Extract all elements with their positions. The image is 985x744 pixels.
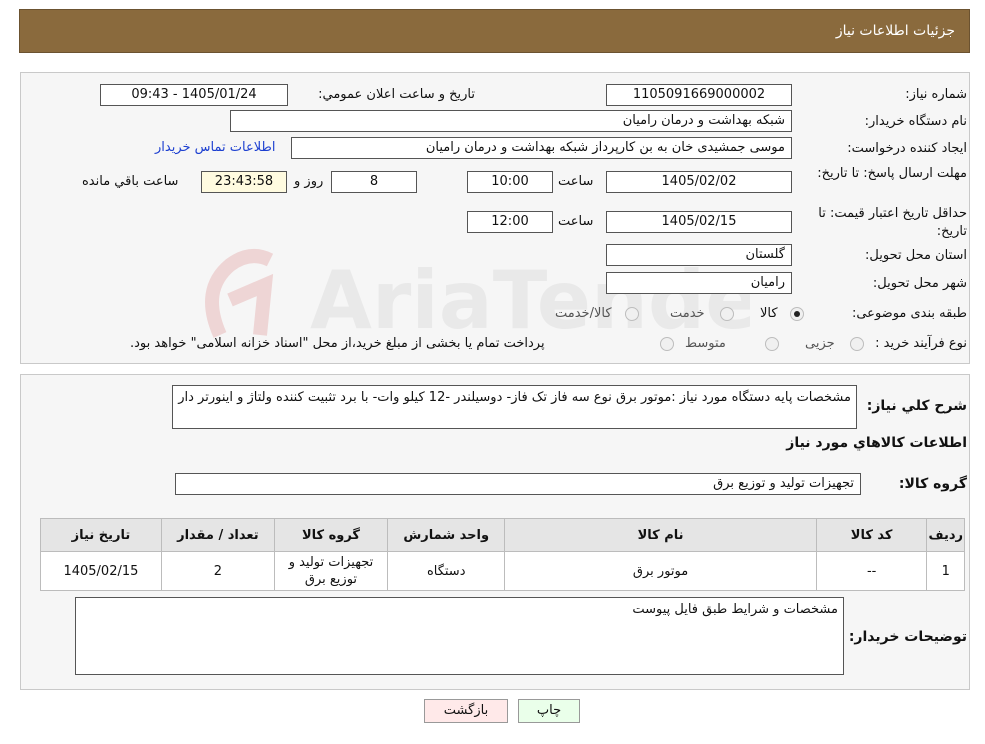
process-radio-medium[interactable] (765, 337, 779, 351)
col-qty: تعداد / مقدار (160, 518, 275, 552)
process-option-minor: جزیی (805, 336, 835, 351)
category-option-goods: کالا (760, 306, 778, 321)
col-name: نام کالا (504, 518, 817, 552)
category-label: طبقه بندی موضوعی: (851, 306, 967, 321)
deadline-days-field: 8 (331, 171, 417, 193)
cell-row: 1 (926, 551, 965, 591)
remaining-time-label: ساعت باقي مانده (82, 174, 179, 189)
price-validity-time-field: 12:00 (467, 211, 553, 233)
goods-group-label: گروه کالا: (898, 476, 967, 492)
table-row: 1 -- موتور برق دستگاه تجهیزات تولید و تو… (40, 551, 965, 591)
cell-group: تجهیزات تولید و توزیع برق (273, 551, 389, 591)
deadline-days-label: روز و (294, 174, 324, 189)
need-number-field: 1105091669000002 (606, 84, 792, 106)
description-field[interactable]: مشخصات پایه دستگاه مورد نیاز :موتور برق … (172, 385, 857, 429)
deadline-time-field: 10:00 (467, 171, 553, 193)
process-radio-treasury[interactable] (660, 337, 674, 351)
province-field: گلستان (606, 244, 792, 266)
city-label: شهر محل تحويل: (872, 276, 967, 291)
col-group: گروه کالا (273, 518, 389, 552)
col-code: کد کالا (815, 518, 928, 552)
col-unit: واحد شمارش (387, 518, 506, 552)
category-radio-goods-service[interactable] (625, 307, 639, 321)
price-validity-date-field: 1405/02/15 (606, 211, 792, 233)
treasury-note: پرداخت تمام يا بخشی از مبلغ خريد،از محل … (130, 336, 545, 351)
requester-label: ايجاد کننده درخواست: (847, 141, 967, 156)
category-option-goods-service: کالا/خدمت (555, 306, 612, 321)
process-radio-minor[interactable] (850, 337, 864, 351)
price-validity-time-label: ساعت (558, 214, 594, 229)
requester-field: موسی جمشیدی خان به بن کارپرداز شبکه بهدا… (291, 137, 792, 159)
items-table-header: رديف کد کالا نام کالا واحد شمارش گروه کا… (40, 518, 965, 552)
cell-name: موتور برق (504, 551, 817, 591)
description-label: شرح کلي نياز: (866, 398, 967, 414)
print-button[interactable]: چاپ (518, 699, 580, 723)
announce-datetime-label: تاریخ و ساعت اعلان عمومي: (318, 87, 475, 102)
city-field: رامیان (606, 272, 792, 294)
col-row: رديف (926, 518, 965, 552)
deadline-date-field: 1405/02/02 (606, 171, 792, 193)
cell-qty: 2 (160, 551, 275, 591)
col-date: تاريخ نياز (40, 518, 162, 552)
buyer-contact-link[interactable]: اطلاعات تماس خريدار (155, 140, 275, 155)
province-label: استان محل تحويل: (865, 248, 967, 263)
need-number-label: شماره نیاز: (905, 87, 967, 102)
items-table: رديف کد کالا نام کالا واحد شمارش گروه کا… (40, 518, 965, 591)
category-radio-goods[interactable] (790, 307, 804, 321)
goods-group-field: تجهیزات تولید و توزیع برق (175, 473, 861, 495)
deadline-time-label: ساعت (558, 174, 594, 189)
category-radio-service[interactable] (720, 307, 734, 321)
remaining-time-field: 23:43:58 (201, 171, 287, 193)
buyer-notes-field[interactable]: مشخصات و شرایط طبق فایل پیوست (75, 597, 844, 675)
cell-date: 1405/02/15 (40, 551, 162, 591)
deadline-label: مهلت ارسال پاسخ: تا تاريخ: (817, 166, 967, 181)
page-header: جزئیات اطلاعات نیاز (19, 9, 970, 53)
cell-unit: دستگاه (387, 551, 506, 591)
process-type-label: نوع فرآيند خريد : (875, 336, 967, 351)
cell-code: -- (815, 551, 928, 591)
back-button[interactable]: بازگشت (424, 699, 508, 723)
page-title: جزئیات اطلاعات نیاز (835, 23, 955, 39)
buyer-notes-label: توضيحات خريدار: (848, 629, 967, 645)
buyer-org-label: نام دستگاه خريدار: (864, 114, 967, 129)
announce-datetime-field: 1405/01/24 - 09:43 (100, 84, 288, 106)
buyer-org-field: شبکه بهداشت و درمان رامیان (230, 110, 792, 132)
category-option-service: خدمت (670, 306, 705, 321)
price-validity-label: حداقل تاريخ اعتبار قيمت: تا تاريخ: (818, 206, 967, 239)
process-option-medium: متوسط (685, 336, 726, 351)
items-section-title: اطلاعات کالاهاي مورد نياز (786, 435, 967, 451)
